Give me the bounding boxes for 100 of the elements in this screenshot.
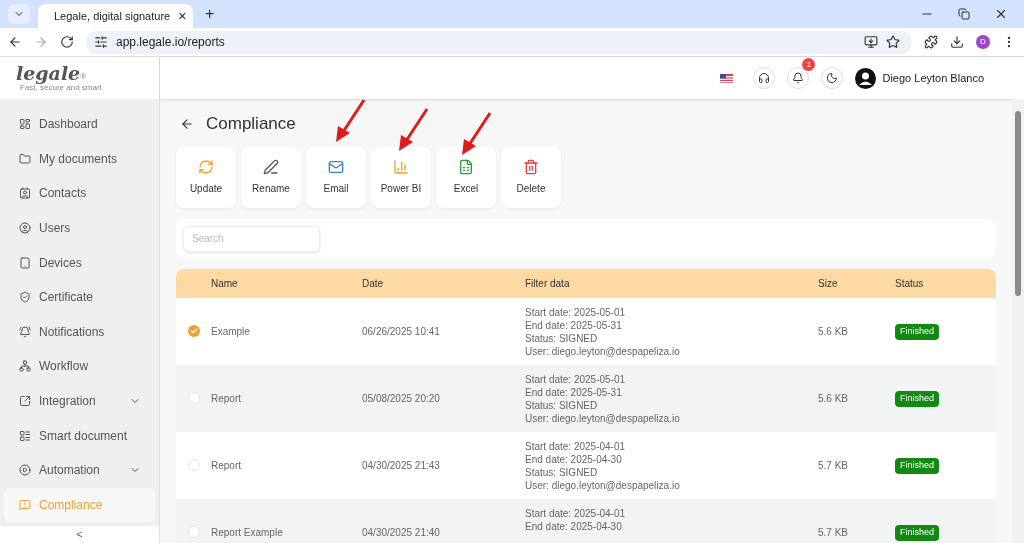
mail-icon <box>328 159 344 176</box>
column-header: Size <box>818 276 839 291</box>
column-header: Name <box>211 276 239 291</box>
sidebar-item[interactable]: Notifications <box>4 314 155 350</box>
size-cell-text: 5.6 KB <box>818 324 850 339</box>
restore-icon[interactable] <box>958 8 970 20</box>
collapse-sidebar-button[interactable]: < <box>76 526 83 543</box>
date-cell-text: 06/26/2025 10:41 <box>362 324 441 339</box>
shield-check-icon <box>19 291 31 304</box>
date-cell-text: 05/08/2025 20:20 <box>362 391 441 406</box>
filter-line: Start date: 2025-04-01 <box>525 506 627 520</box>
registered-mark: ® <box>80 72 87 81</box>
reload-icon[interactable] <box>60 35 74 49</box>
action-button[interactable]: Update <box>176 147 236 209</box>
arrow-drawing <box>460 111 494 155</box>
folder-icon <box>19 152 31 165</box>
row-checkbox[interactable] <box>187 325 200 338</box>
refresh-icon <box>198 159 214 176</box>
user-name[interactable]: Diego Leyton Blanco <box>882 69 984 87</box>
filter-line: End date: 2025-04-30 <box>525 519 623 533</box>
filter-line: Status: SIGNED <box>525 398 599 412</box>
arrow-drawing <box>334 98 368 142</box>
profile-avatar[interactable]: D <box>976 35 990 49</box>
us-flag-icon[interactable] <box>720 73 734 83</box>
size-cell-text: 5.7 KB <box>818 525 850 540</box>
action-button[interactable]: Email <box>306 147 366 209</box>
download-icon[interactable] <box>950 35 964 49</box>
name-cell-text: Report <box>211 458 242 473</box>
sidebar-item[interactable]: Dashboard <box>4 107 155 142</box>
name-cell-text: Report <box>211 391 242 406</box>
bell-icon <box>792 72 805 84</box>
arrow-drawing <box>397 107 431 151</box>
action-button[interactable]: Delete <box>501 147 561 209</box>
sidebar-item[interactable]: Integration <box>4 383 155 419</box>
pencil-icon <box>263 159 279 176</box>
play-circle-icon <box>19 464 31 477</box>
contact-card-icon <box>19 187 31 200</box>
status-badge: Finished <box>895 324 940 340</box>
bookmark-icon[interactable] <box>886 35 900 49</box>
filter-line: End date: 2025-05-31 <box>525 385 623 399</box>
new-tab-button[interactable]: + <box>201 2 219 26</box>
column-header: Status <box>895 276 925 291</box>
filter-line: Status: SIGNED <box>525 331 599 345</box>
tab-title: Legale, digital signature <box>54 8 171 24</box>
network-icon <box>19 360 31 373</box>
search-field[interactable]: Search <box>183 225 320 252</box>
bell-icon <box>19 325 31 338</box>
filter-line: Start date: 2025-05-01 <box>525 305 627 319</box>
moon-icon <box>826 72 839 84</box>
size-cell-text: 5.6 KB <box>818 391 850 406</box>
column-header: Filter data <box>525 276 571 291</box>
filter-line: Start date: 2025-04-01 <box>525 439 627 453</box>
sidebar-item[interactable]: Smart document <box>4 418 155 453</box>
close-icon[interactable] <box>994 7 1008 21</box>
browser-tab[interactable]: Legale, digital signature × <box>38 4 193 28</box>
trash-icon <box>523 159 539 176</box>
notification-badge: 1 <box>802 58 816 71</box>
action-button[interactable]: Excel <box>436 147 496 209</box>
check-icon <box>189 327 198 336</box>
filter-line: User: diego.leyton@despapeliza.io <box>525 344 681 358</box>
sidebar-item[interactable]: Workflow <box>4 349 155 384</box>
sidebar-item[interactable]: Users <box>4 210 155 246</box>
tablet-icon <box>19 256 31 269</box>
filter-line: User: diego.leyton@despapeliza.io <box>525 478 681 492</box>
sidebar-item[interactable]: My documents <box>4 141 155 177</box>
sidebar-item[interactable]: Contacts <box>4 176 155 211</box>
back-icon[interactable] <box>8 35 22 49</box>
page-title: Compliance <box>206 113 296 136</box>
action-button[interactable]: Rename <box>241 147 301 209</box>
filter-line: End date: 2025-04-30 <box>525 452 623 466</box>
sidebar-item[interactable]: Devices <box>4 245 155 280</box>
status-badge: Finished <box>895 391 940 407</box>
layout-list-icon <box>19 429 31 442</box>
name-cell-text: Example <box>211 324 251 339</box>
status-badge: Finished <box>895 525 940 541</box>
external-link-icon <box>19 395 31 408</box>
logo-tagline: Fast, secure and smart <box>20 84 103 92</box>
row-checkbox[interactable] <box>187 526 200 539</box>
install-icon[interactable] <box>864 35 878 49</box>
logo-text: legale <box>16 64 81 83</box>
action-button[interactable]: Power BI <box>371 147 431 209</box>
size-cell-text: 5.7 KB <box>818 458 850 473</box>
row-checkbox[interactable] <box>187 392 200 405</box>
dashboard-icon <box>19 118 31 131</box>
bar-chart-icon <box>393 159 409 176</box>
user-icon <box>19 222 31 235</box>
filter-line: End date: 2025-05-31 <box>525 318 623 332</box>
filter-line: User: diego.leyton@despapeliza.io <box>525 411 681 425</box>
scrollbar[interactable] <box>1012 99 1024 543</box>
date-cell-text: 04/30/2025 21:43 <box>362 458 441 473</box>
sidebar-item[interactable]: Certificate <box>4 279 155 315</box>
tab-close[interactable]: × <box>178 5 187 27</box>
name-cell-text: Report Example <box>211 525 284 540</box>
site-settings-icon[interactable] <box>94 35 108 49</box>
spreadsheet-icon <box>458 159 474 176</box>
date-cell-text: 04/30/2025 21:40 <box>362 525 441 540</box>
filter-line: Start date: 2025-05-01 <box>525 372 627 386</box>
user-avatar-icon[interactable] <box>855 67 877 89</box>
sidebar-item[interactable]: Automation <box>4 452 155 488</box>
extensions-icon[interactable] <box>924 35 938 49</box>
